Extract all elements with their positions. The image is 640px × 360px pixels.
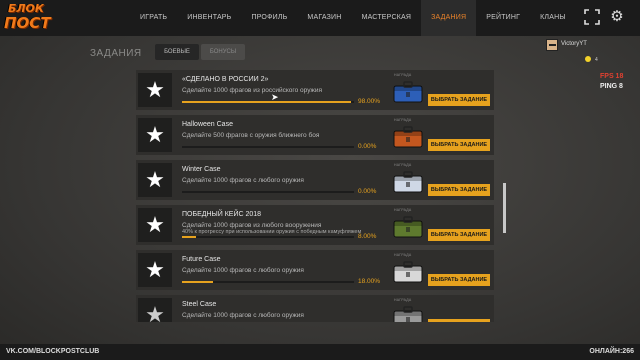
quest-progress-bar xyxy=(182,236,354,238)
quest-progress-percent: 8.00% xyxy=(358,233,377,240)
main-nav: ИГРАТЬ ИНВЕНТАРЬ ПРОФИЛЬ МАГАЗИН МАСТЕРСКАЯ З… xyxy=(130,0,576,36)
quest-description: Сделайте 1000 фрагов из любого вооружени… xyxy=(182,222,322,229)
star-icon: ★ xyxy=(145,122,165,147)
reward-label: НАГРАДА xyxy=(394,253,412,257)
quest-bonus-note: 40% к прогрессу при использовании оружия… xyxy=(182,229,362,235)
reward-label: НАГРАДА xyxy=(394,163,412,167)
star-icon: ★ xyxy=(145,212,165,237)
nav-item[interactable]: ПРОФИЛЬ xyxy=(241,0,297,36)
select-quest-button[interactable]: ВЫБРАТЬ ЗАДАНИЕ xyxy=(428,229,490,241)
quest-title: «СДЕЛАНО В РОССИИ 2» xyxy=(182,76,269,83)
quest-title: Halloween Case xyxy=(182,121,233,128)
case-reward-icon xyxy=(393,216,423,238)
quest-title: Steel Case xyxy=(182,301,217,308)
quest-star-badge: ★ xyxy=(138,73,172,107)
ping-counter: PING 8 xyxy=(600,83,623,90)
quest-progress-bar xyxy=(182,146,354,148)
username: VictoryYT xyxy=(561,41,587,47)
nav-item[interactable]: МАГАЗИН xyxy=(297,0,351,36)
quest-progress-percent: 0.00% xyxy=(358,188,377,195)
quest-row: ★ Steel Case Сделайте 1000 фрагов с любого… xyxy=(136,295,494,322)
quest-progress-bar xyxy=(182,101,354,103)
select-quest-button[interactable]: ВЫБРАТЬ ЗАДАНИЕ xyxy=(428,94,490,106)
online-count: ОНЛАЙН:266 xyxy=(589,348,634,355)
gear-icon[interactable]: ⚙ xyxy=(608,8,626,26)
page-title: ЗАДАНИЯ xyxy=(90,48,142,59)
nav-item[interactable]: ИНВЕНТАРЬ xyxy=(177,0,241,36)
quest-progress-fill xyxy=(182,281,213,283)
quest-row: ★ Halloween Case Сделайте 500 фрагов с ору… xyxy=(136,115,494,155)
quest-progress-percent: 0.00% xyxy=(358,143,377,150)
reward-label: НАГРАДА xyxy=(394,298,412,302)
star-icon: ★ xyxy=(145,302,165,322)
quest-progress-percent: 98.00% xyxy=(358,98,381,105)
quest-row: ★ ПОБЕДНЫЙ КЕЙС 2018 Сделайте 1000 фрагов … xyxy=(136,205,494,245)
case-reward-icon xyxy=(393,126,423,148)
case-reward-icon xyxy=(393,306,423,322)
nav-item[interactable]: ЗАДАНИЯ xyxy=(421,0,477,36)
case-reward-icon xyxy=(393,261,423,283)
quest-list: ★ «СДЕЛАНО В РОССИИ 2» Сделайте 1000 фраго… xyxy=(136,68,494,322)
select-quest-button[interactable]: ВЫБРАТЬ ЗАДАНИЕ xyxy=(428,274,490,286)
quest-star-badge: ★ xyxy=(138,253,172,287)
quest-star-badge: ★ xyxy=(138,298,172,322)
tab-combat[interactable]: БОЕВЫЕ xyxy=(155,44,199,60)
quest-row: ★ Winter Case Сделайте 1000 фрагов с любог… xyxy=(136,160,494,200)
game-screen: БЛОК ПОСТ ИГРАТЬ ИНВЕНТАРЬ ПРОФИЛЬ МАГАЗИН М… xyxy=(0,0,640,360)
select-quest-button[interactable]: ВЫБРАТЬ ЗАДАНИЕ xyxy=(428,184,490,196)
quest-progress-bar xyxy=(182,191,354,193)
nav-item[interactable]: МАСТЕРСКАЯ xyxy=(352,0,422,36)
quest-title: ПОБЕДНЫЙ КЕЙС 2018 xyxy=(182,211,262,218)
mouse-cursor: ➤ xyxy=(271,92,279,102)
tab-bonus[interactable]: БОНУСЫ xyxy=(201,44,245,60)
quest-description: Сделайте 1000 фрагов с любого оружия xyxy=(182,177,304,184)
quest-progress-fill xyxy=(182,101,351,103)
nav-item[interactable]: ИГРАТЬ xyxy=(130,0,177,36)
quest-description: Сделайте 500 фрагов с оружия ближнего бо… xyxy=(182,132,320,139)
quest-star-badge: ★ xyxy=(138,118,172,152)
top-bar: БЛОК ПОСТ ИГРАТЬ ИНВЕНТАРЬ ПРОФИЛЬ МАГАЗИН М… xyxy=(0,0,640,36)
star-icon: ★ xyxy=(145,167,165,192)
select-quest-button[interactable]: ВЫБРАТЬ ЗАДАНИЕ xyxy=(428,319,490,322)
game-logo: БЛОК ПОСТ xyxy=(4,2,51,34)
quest-star-badge: ★ xyxy=(138,208,172,242)
quest-title: Winter Case xyxy=(182,166,221,173)
case-reward-icon xyxy=(393,81,423,103)
star-icon: ★ xyxy=(145,257,165,282)
fps-counter: FPS 18 xyxy=(600,73,624,80)
bottom-bar: VK.COM/BLOCKPOSTCLUB ОНЛАЙН:266 xyxy=(0,344,640,360)
case-reward-icon xyxy=(393,171,423,193)
quest-progress-percent: 18.00% xyxy=(358,278,381,285)
vk-link[interactable]: VK.COM/BLOCKPOSTCLUB xyxy=(6,348,99,355)
quest-description: Сделайте 1000 фрагов из российского оруж… xyxy=(182,87,323,94)
nav-item[interactable]: КЛАНЫ xyxy=(530,0,576,36)
coin-count: 4 xyxy=(595,57,598,63)
quest-progress-bar xyxy=(182,281,354,283)
star-icon: ★ xyxy=(145,77,165,102)
quest-row: ★ «СДЕЛАНО В РОССИИ 2» Сделайте 1000 фраго… xyxy=(136,70,494,110)
quest-title: Future Case xyxy=(182,256,221,263)
scrollbar[interactable] xyxy=(503,183,506,233)
quest-star-badge: ★ xyxy=(138,163,172,197)
quest-progress-fill xyxy=(182,236,196,238)
quest-row: ★ Future Case Сделайте 1000 фрагов с любог… xyxy=(136,250,494,290)
quest-description: Сделайте 1000 фрагов с любого оружия xyxy=(182,267,304,274)
nav-item[interactable]: РЕЙТИНГ xyxy=(476,0,530,36)
avatar xyxy=(546,39,558,51)
logo-line2: ПОСТ xyxy=(4,14,51,32)
reward-label: НАГРАДА xyxy=(394,73,412,77)
reward-label: НАГРАДА xyxy=(394,208,412,212)
reward-label: НАГРАДА xyxy=(394,118,412,122)
coin-icon xyxy=(585,56,591,62)
select-quest-button[interactable]: ВЫБРАТЬ ЗАДАНИЕ xyxy=(428,139,490,151)
quest-description: Сделайте 1000 фрагов с любого оружия xyxy=(182,312,304,319)
fullscreen-icon[interactable] xyxy=(583,8,601,26)
